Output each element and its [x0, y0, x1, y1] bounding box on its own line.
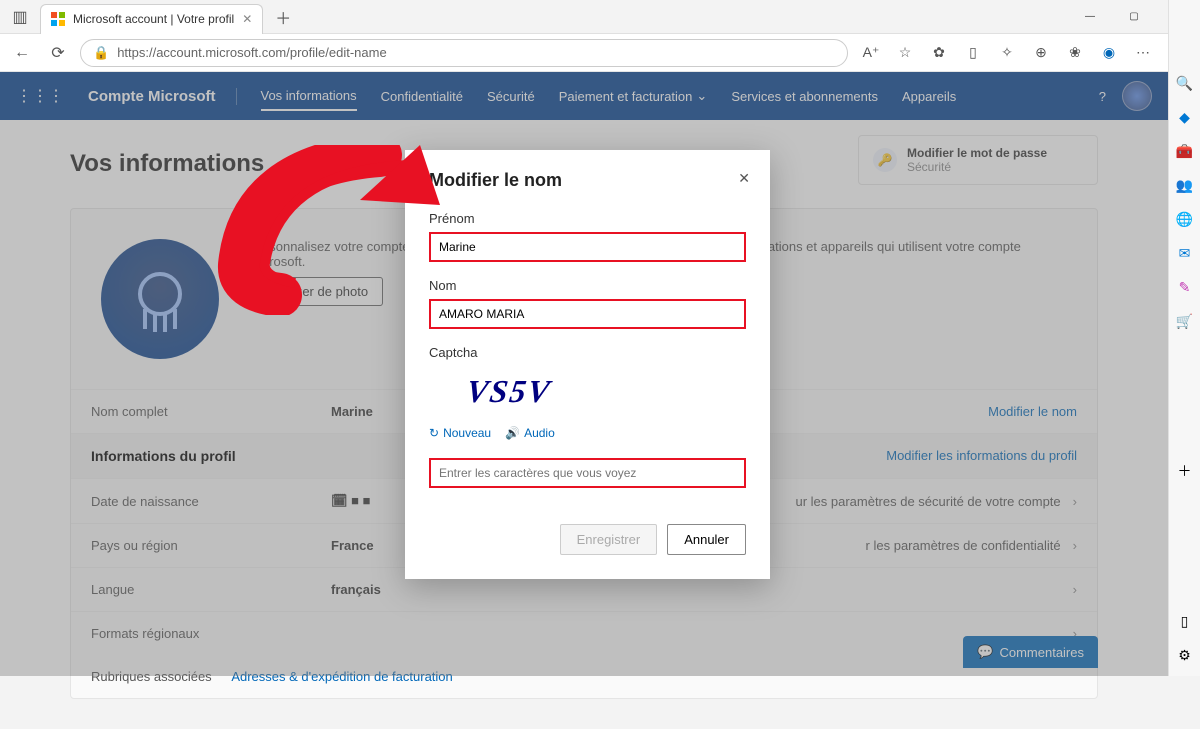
tab-title: Microsoft account | Votre profil	[73, 12, 234, 26]
captcha-label: Captcha	[429, 345, 746, 360]
extensions-icon[interactable]: ✿	[924, 38, 954, 68]
edit-name-modal: Modifier le nom ✕ Prénom Nom Captcha VS5…	[405, 150, 770, 579]
audio-icon: 🔊	[505, 426, 520, 440]
edge-sidebar: 🔍 ◆ 🧰 👥 🌐 ✉ ✎ 🛒 ＋ ▯ ⚙	[1168, 0, 1200, 676]
modal-actions: Enregistrer Annuler	[429, 524, 746, 555]
browser-tab[interactable]: Microsoft account | Votre profil ✕	[40, 4, 263, 34]
window-titlebar: ▥ Microsoft account | Votre profil ✕ ＋ ―…	[0, 0, 1200, 34]
sb-add-icon[interactable]: ＋	[1174, 460, 1196, 482]
captcha-new-link[interactable]: ↻ Nouveau	[429, 426, 491, 440]
sb-people-icon[interactable]: 👥	[1174, 174, 1196, 196]
firstname-label: Prénom	[429, 211, 746, 226]
url-field[interactable]: 🔒 https://account.microsoft.com/profile/…	[80, 39, 848, 67]
back-button[interactable]: ←	[8, 39, 36, 67]
refresh-button[interactable]: ⟳	[44, 39, 72, 67]
modal-title: Modifier le nom	[429, 170, 746, 191]
sb-cart-icon[interactable]: 🛒	[1174, 310, 1196, 332]
sb-search-icon[interactable]: 🔍	[1174, 72, 1196, 94]
collections-icon[interactable]: ⊕	[1026, 38, 1056, 68]
refresh-icon: ↻	[429, 426, 439, 440]
modal-close-button[interactable]: ✕	[738, 170, 750, 187]
captcha-audio-link[interactable]: 🔊 Audio	[505, 426, 555, 440]
sb-outlook-icon[interactable]: ✉	[1174, 242, 1196, 264]
captcha-links: ↻ Nouveau 🔊 Audio	[429, 426, 746, 440]
ms-logo-icon	[51, 12, 65, 26]
sb-world-icon[interactable]: 🌐	[1174, 208, 1196, 230]
menu-icon[interactable]: ⋯	[1128, 38, 1158, 68]
lastname-label: Nom	[429, 278, 746, 293]
lastname-input[interactable]	[429, 299, 746, 329]
rewards-icon[interactable]: ❀	[1060, 38, 1090, 68]
captcha-image: VS5V	[425, 366, 592, 416]
tab-close-icon[interactable]: ✕	[242, 12, 252, 26]
profile-icon[interactable]: ◉	[1094, 38, 1124, 68]
split-icon[interactable]: ▯	[958, 38, 988, 68]
sb-image-icon[interactable]: ✎	[1174, 276, 1196, 298]
favorite-icon[interactable]: ☆	[890, 38, 920, 68]
titlebar-left: ▥ Microsoft account | Votre profil ✕ ＋	[0, 0, 297, 34]
sb-tools-icon[interactable]: 🧰	[1174, 140, 1196, 162]
lock-icon: 🔒	[93, 45, 109, 61]
captcha-input[interactable]	[429, 458, 746, 488]
address-tools: A⁺ ☆ ✿ ▯ ✧ ⊕ ❀ ◉ ⋯ ◐	[856, 38, 1192, 68]
sb-tag-icon[interactable]: ◆	[1174, 106, 1196, 128]
firstname-input[interactable]	[429, 232, 746, 262]
tab-actions-icon[interactable]: ▥	[6, 3, 34, 31]
cancel-button[interactable]: Annuler	[667, 524, 746, 555]
sb-settings-icon[interactable]: ⚙	[1174, 644, 1196, 666]
favorites-bar-icon[interactable]: ✧	[992, 38, 1022, 68]
maximize-button[interactable]: ▢	[1112, 0, 1156, 34]
sb-notebook-icon[interactable]: ▯	[1174, 610, 1196, 632]
address-bar: ← ⟳ 🔒 https://account.microsoft.com/prof…	[0, 34, 1200, 72]
minimize-button[interactable]: ―	[1068, 0, 1112, 34]
url-text: https://account.microsoft.com/profile/ed…	[117, 45, 387, 60]
new-tab-button[interactable]: ＋	[269, 3, 297, 31]
read-aloud-icon[interactable]: A⁺	[856, 38, 886, 68]
save-button[interactable]: Enregistrer	[560, 524, 658, 555]
